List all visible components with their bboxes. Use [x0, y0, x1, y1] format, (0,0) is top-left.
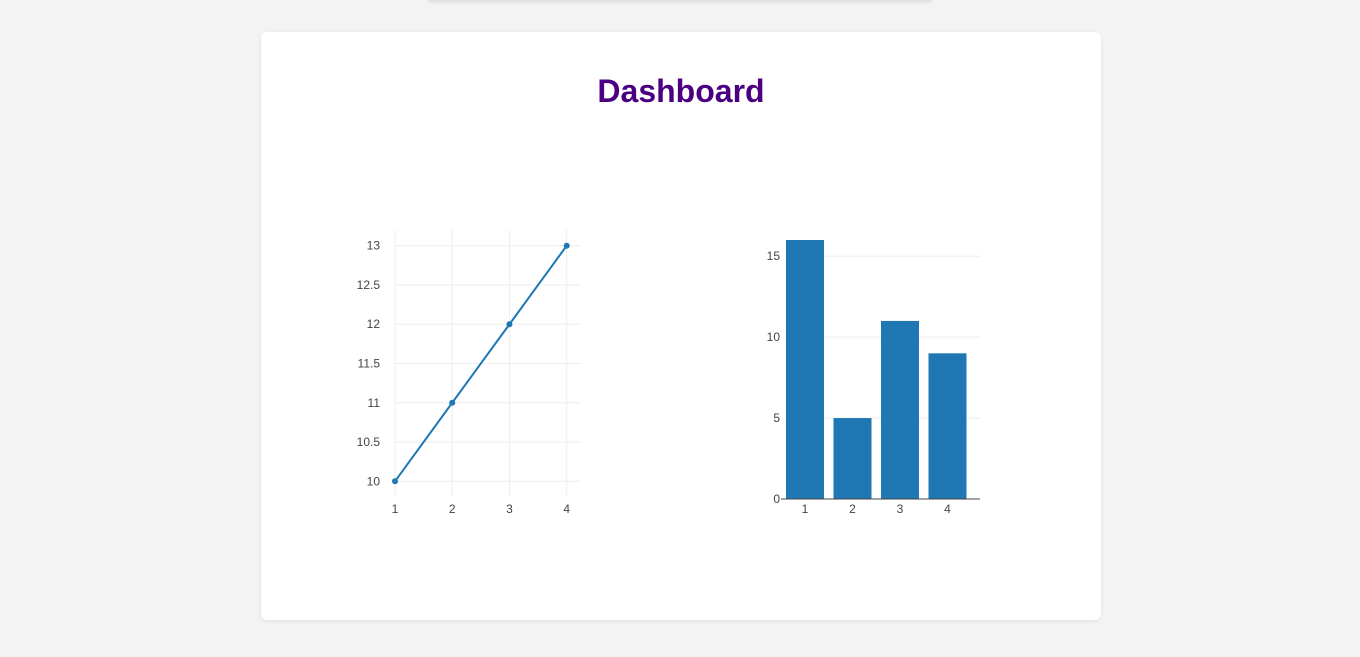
y-tick-label: 13: [367, 239, 381, 253]
bar: [928, 353, 967, 499]
line-chart: 1010.51111.51212.5131 2 3 4: [357, 230, 581, 516]
x-tick-label: 3: [897, 502, 904, 516]
y-tick-label: 5: [773, 411, 780, 425]
data-point: [563, 242, 570, 249]
data-point: [392, 478, 398, 485]
y-tick-label: 15: [767, 249, 781, 263]
bar-chart: 0 5 10 15 1 2 3 4: [767, 240, 980, 516]
page-title: Dashboard: [597, 73, 765, 109]
x-tick-label: 2: [449, 502, 456, 516]
x-tick-label: 1: [392, 502, 399, 516]
y-tick-label: 11.5: [358, 357, 381, 371]
top-bar: [428, 0, 932, 2]
data-point: [506, 321, 513, 328]
y-tick-label: 12.5: [357, 278, 381, 292]
x-tick-label: 3: [506, 502, 513, 516]
bar: [833, 418, 872, 499]
y-tick-label: 10: [367, 474, 381, 488]
bar: [786, 240, 824, 499]
y-tick-label: 0: [773, 492, 780, 506]
y-tick-label: 12: [367, 317, 381, 331]
x-tick-label: 4: [944, 502, 951, 516]
x-tick-label: 2: [849, 502, 856, 516]
bar: [881, 320, 919, 499]
x-tick-label: 4: [563, 502, 570, 516]
y-tick-label: 10: [767, 330, 781, 344]
data-point: [449, 399, 456, 406]
y-tick-label: 10.5: [357, 435, 381, 449]
y-tick-label: 11: [368, 396, 381, 410]
x-tick-label: 1: [802, 502, 809, 516]
